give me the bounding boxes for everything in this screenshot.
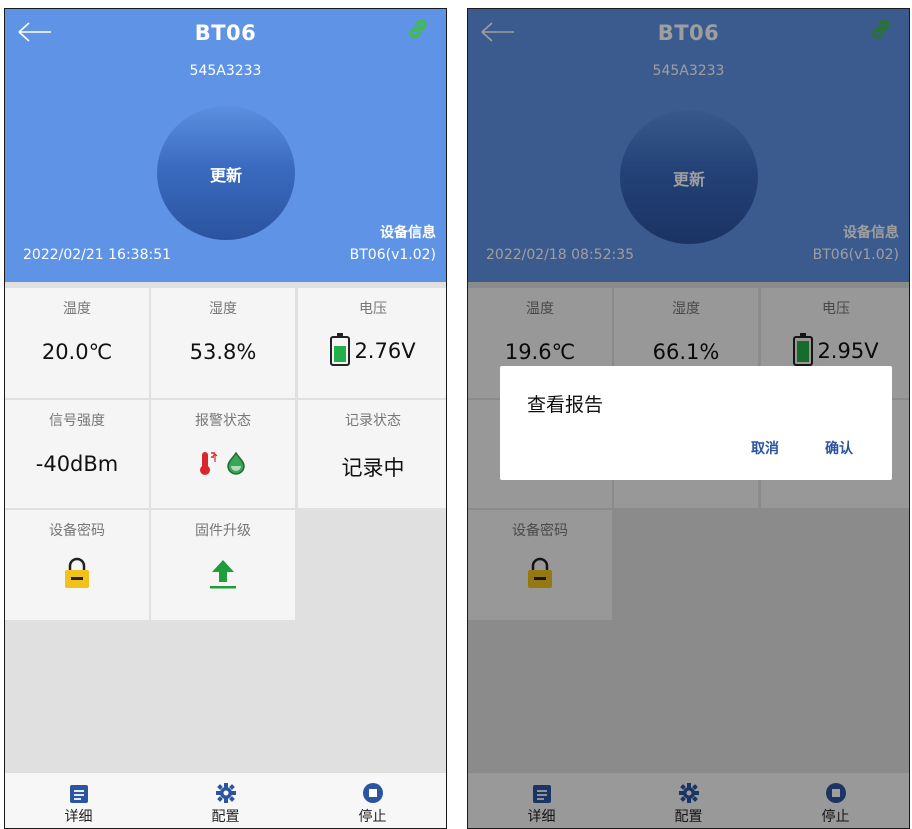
device-info-link[interactable]: 设备信息	[380, 222, 436, 242]
voltage-value: 2.76V	[354, 339, 416, 363]
list-icon	[69, 785, 88, 803]
nav-details[interactable]: 详细	[5, 773, 152, 828]
nav-details-label: 详细	[64, 809, 93, 825]
gear-icon	[215, 783, 236, 803]
device-header: BT06 545A3233 更新 设备信息 2022/02/21 16:38:5…	[5, 9, 446, 282]
signal-label: 信号强度	[49, 413, 105, 429]
update-button[interactable]: 更新	[157, 106, 295, 240]
nav-stop-label: 停止	[358, 809, 387, 825]
device-serial: 545A3233	[189, 63, 262, 79]
password-label: 设备密码	[49, 523, 105, 539]
record-label: 记录状态	[345, 413, 401, 429]
thermometer-high-icon	[200, 452, 218, 475]
alarm-label: 报警状态	[195, 413, 251, 429]
cancel-button[interactable]: 取消	[751, 438, 779, 458]
signal-cell: 信号强度 -40dBm	[5, 400, 149, 508]
firmware-label: 固件升级	[195, 523, 251, 539]
screenshot-root: BT06 545A3233 更新 设备信息 2022/02/21 16:38:5…	[0, 0, 912, 829]
alarm-icons	[151, 450, 295, 476]
humidity-cell: 湿度 53.8%	[151, 288, 295, 398]
lock-icon	[65, 557, 89, 588]
upload-icon	[210, 560, 236, 589]
record-value: 记录中	[341, 456, 405, 480]
record-cell: 记录状态 记录中	[298, 400, 446, 508]
nav-stop[interactable]: 停止	[299, 773, 446, 828]
voltage-cell: 电压 2.76V	[298, 288, 446, 398]
view-report-dialog: 查看报告 取消 确认	[500, 366, 892, 480]
temperature-value: 20.0℃	[41, 340, 113, 364]
device-title: BT06	[194, 21, 257, 45]
phone-screen-dialog: BT06 545A3233 更新 设备信息 2022/02/18 08:52:3…	[467, 8, 910, 829]
voltage-label: 电压	[359, 301, 387, 317]
nav-config[interactable]: 配置	[152, 773, 299, 828]
phone-screen-main: BT06 545A3233 更新 设备信息 2022/02/21 16:38:5…	[4, 8, 447, 829]
dialog-title: 查看报告	[527, 394, 604, 416]
water-drop-icon	[227, 451, 245, 475]
humidity-label: 湿度	[209, 301, 237, 317]
battery-icon	[330, 333, 351, 366]
link-connected-icon[interactable]	[406, 17, 430, 41]
firmware-cell[interactable]: 固件升级	[151, 510, 295, 620]
stop-icon	[362, 783, 383, 803]
password-cell[interactable]: 设备密码	[5, 510, 149, 620]
record-datetime: 2022/02/21 16:38:51	[23, 247, 172, 263]
alarm-cell: 报警状态	[151, 400, 295, 508]
signal-value: -40dBm	[35, 452, 119, 476]
firmware-version: BT06(v1.02)	[349, 247, 436, 263]
bottom-nav: 详细 配置 停止	[5, 772, 446, 828]
update-button-label: 更新	[209, 166, 242, 185]
confirm-button[interactable]: 确认	[825, 438, 853, 458]
temperature-cell: 温度 20.0℃	[5, 288, 149, 398]
temperature-label: 温度	[63, 301, 91, 317]
voltage-row: 2.76V	[298, 333, 446, 366]
nav-config-label: 配置	[211, 809, 240, 825]
humidity-value: 53.8%	[189, 340, 257, 364]
